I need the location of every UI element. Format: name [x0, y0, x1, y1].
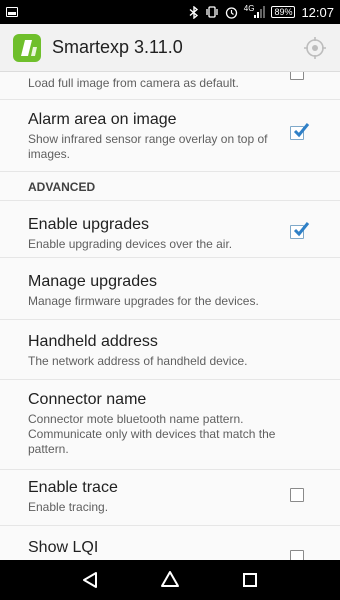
load-full-image-checkbox[interactable] — [290, 72, 304, 80]
image-icon — [6, 7, 18, 17]
alarm-area-checkbox[interactable] — [290, 123, 310, 140]
pref-summary: Manage firmware upgrades for the devices… — [28, 294, 259, 308]
pref-title: Enable upgrades — [28, 216, 149, 233]
pref-summary: Enable tracing. — [28, 500, 109, 514]
navigation-bar — [0, 560, 340, 600]
locate-icon[interactable] — [302, 35, 328, 61]
network-label: 4G — [243, 3, 255, 13]
pref-summary: Load full image from camera as default. — [28, 76, 239, 90]
battery-icon: 89% — [271, 6, 296, 18]
pref-load-full-image[interactable]: Load full image from camera as default. — [0, 72, 340, 100]
category-advanced: ADVANCED — [28, 180, 96, 194]
pref-show-lqi[interactable]: Show LQI — [0, 526, 340, 560]
app-bar: Smartexp 3.11.0 — [0, 24, 340, 72]
pref-enable-trace[interactable]: Enable trace Enable tracing. — [0, 470, 340, 526]
home-icon[interactable] — [156, 566, 184, 594]
app-title: Smartexp 3.11.0 — [52, 37, 183, 57]
status-bar: 4G 89% 12:07 — [0, 0, 340, 24]
pref-title: Show LQI — [28, 539, 99, 556]
recents-icon[interactable] — [236, 566, 264, 594]
pref-enable-upgrades[interactable]: Enable upgrades Enable upgrading devices… — [0, 200, 340, 258]
pref-title: Alarm area on image — [28, 111, 177, 128]
settings-list: Load full image from camera as default. … — [0, 72, 340, 560]
signal-icon: 4G — [243, 3, 266, 18]
pref-title: Handheld address — [28, 333, 158, 350]
back-icon[interactable] — [76, 566, 104, 594]
pref-summary: Show infrared sensor range overlay on to… — [28, 132, 268, 161]
enable-upgrades-checkbox[interactable] — [290, 222, 310, 239]
pref-summary: Enable upgrading devices over the air. — [28, 237, 233, 251]
pref-title: Manage upgrades — [28, 273, 157, 290]
pref-alarm-area[interactable]: Alarm area on image Show infrared sensor… — [0, 100, 340, 172]
pref-connector-name[interactable]: Connector name Connector mote bluetooth … — [0, 380, 340, 470]
pref-title: Enable trace — [28, 479, 118, 496]
app-logo-icon — [12, 33, 42, 63]
pref-summary: Connector mote bluetooth name pattern. C… — [28, 412, 276, 456]
pref-title: Connector name — [28, 391, 147, 408]
enable-trace-checkbox[interactable] — [290, 488, 304, 502]
bluetooth-icon — [189, 5, 199, 19]
show-lqi-checkbox[interactable] — [290, 550, 304, 560]
pref-handheld-address[interactable]: Handheld address The network address of … — [0, 320, 340, 380]
pref-summary: The network address of handheld device. — [28, 354, 248, 368]
clock: 12:07 — [301, 4, 334, 20]
pref-manage-upgrades[interactable]: Manage upgrades Manage firmware upgrades… — [0, 258, 340, 320]
alarm-icon — [225, 6, 238, 19]
vibrate-icon — [205, 6, 219, 18]
